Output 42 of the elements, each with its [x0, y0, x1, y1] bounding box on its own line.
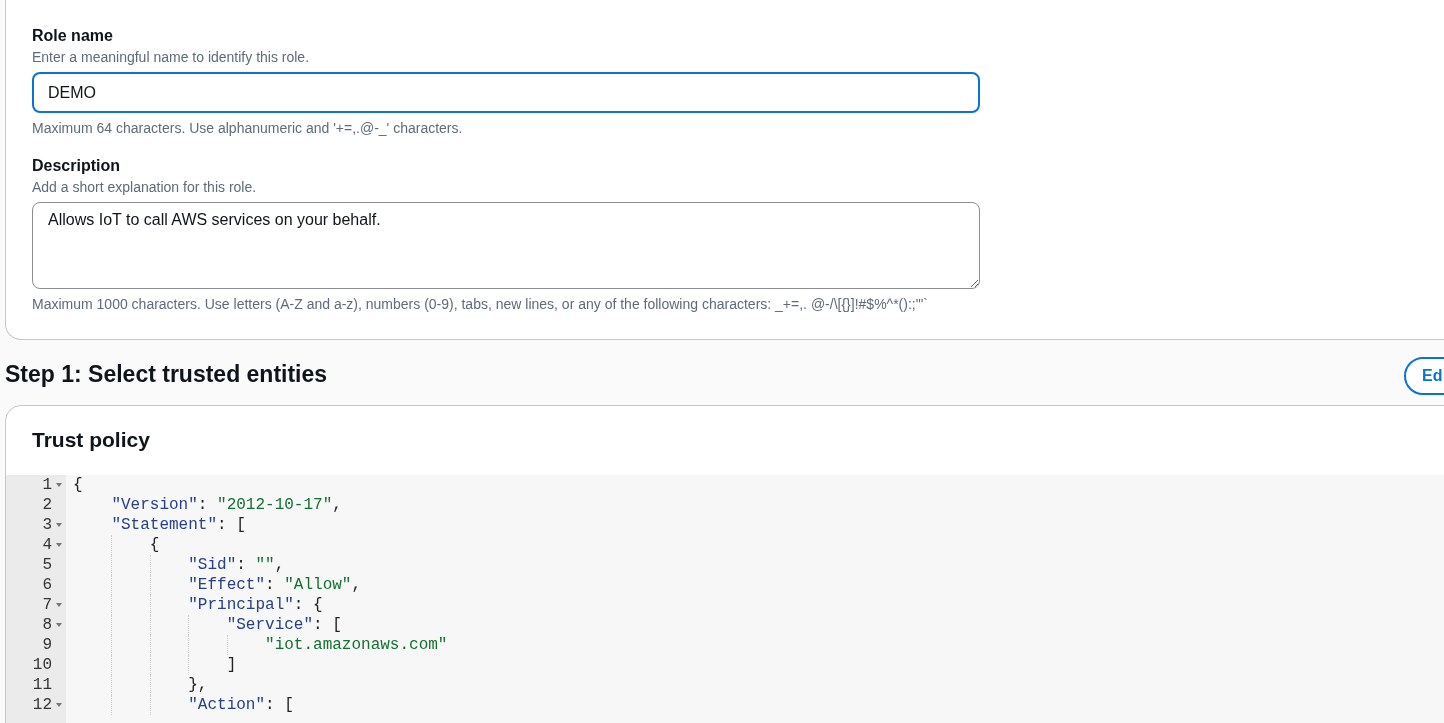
line-number: 10 [32, 655, 52, 675]
code-line: "Action": [ [73, 695, 448, 715]
line-number: 1 [42, 475, 52, 495]
field-hint: Enter a meaningful name to identify this role. [32, 48, 311, 66]
line-number: 11 [32, 675, 52, 695]
line-number: 12 [32, 695, 52, 715]
line-number: 7 [42, 595, 52, 615]
line-number: 6 [42, 575, 52, 595]
line-number: 5 [42, 555, 52, 575]
field-constraint: Maximum 64 characters. Use alphanumeric and '+=,.@-_' characters. [32, 119, 464, 137]
code-line: "Version": "2012-10-17", [110, 495, 343, 515]
line-number: 2 [42, 495, 52, 515]
fold-arrow-icon[interactable] [54, 702, 64, 708]
description-input[interactable]: Allows IoT to call AWS services on your behalf. [32, 202, 980, 289]
field-label: Role name [32, 26, 114, 46]
code-line: { [73, 475, 84, 495]
code-line: "Principal": { [73, 595, 448, 615]
code-line: "Sid": "", [73, 555, 448, 575]
code-line: "Statement": [ [110, 515, 247, 535]
fold-arrow-icon[interactable] [54, 482, 64, 488]
fold-arrow-icon[interactable] [54, 622, 64, 628]
field-hint: Add a short explanation for this role. [32, 178, 258, 196]
code-line: "iot.amazonaws.com" [73, 635, 448, 655]
fold-arrow-icon[interactable] [54, 602, 64, 608]
line-number: 8 [42, 615, 52, 635]
card-title: Trust policy [31, 427, 151, 453]
fold-arrow-icon[interactable] [54, 522, 64, 528]
line-number: 4 [42, 535, 52, 555]
role-name-input[interactable]: DEMO [32, 72, 980, 113]
fold-arrow-icon[interactable] [54, 542, 64, 548]
field-label: Description [32, 156, 121, 176]
code-line: }, [73, 675, 448, 695]
code-line: "Service": [ [73, 615, 448, 635]
code-editor[interactable]: 1 2 3 4 5 6 7 8 9 10 11 12 { "Version": "2012-10-17", "Statement": [ { "Sid": "", "Effect": "Allow", "Principal": { "Service": [ "iot.amazonaws.com" ] }, "Action": [ [6, 475, 1444, 723]
step-title: Step 1: Select trusted entities [5, 360, 328, 388]
edit-button[interactable]: Ed [1404, 356, 1444, 395]
code-line: ] [73, 655, 448, 675]
code-line: { [73, 535, 448, 555]
code-line: "Effect": "Allow", [73, 575, 448, 595]
line-number: 9 [42, 635, 52, 655]
line-number: 3 [42, 515, 52, 535]
field-constraint: Maximum 1000 characters. Use letters (A-Z and a-z), numbers (0-9), tabs, new lines, or any of the following characters: _+=,. @-/\[{}]!#$%^*():;"'` [32, 295, 929, 313]
